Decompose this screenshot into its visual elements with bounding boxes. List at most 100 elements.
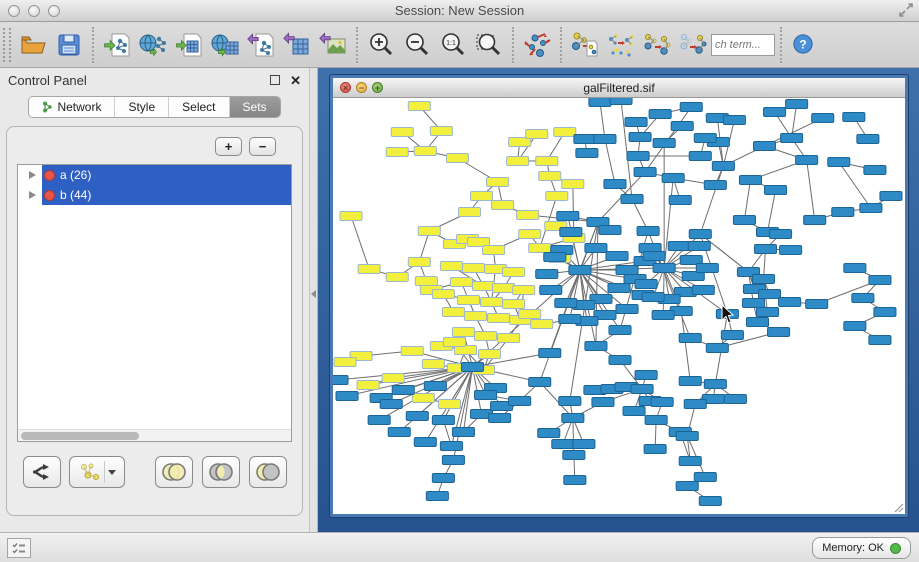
graph-node[interactable] <box>609 326 631 335</box>
graph-node[interactable] <box>415 277 437 286</box>
graph-node[interactable] <box>414 438 436 447</box>
create-set-from-network-button[interactable] <box>69 456 125 488</box>
graph-node[interactable] <box>616 305 638 314</box>
graph-node[interactable] <box>519 310 541 319</box>
import-table-url-button[interactable] <box>207 26 243 64</box>
graph-node[interactable] <box>489 414 511 423</box>
graph-node[interactable] <box>676 432 698 441</box>
graph-node[interactable] <box>461 363 483 372</box>
graph-node[interactable] <box>418 227 440 236</box>
tab-select[interactable]: Select <box>169 97 229 117</box>
graph-node[interactable] <box>781 134 803 143</box>
graph-node[interactable] <box>452 328 474 337</box>
help-button[interactable]: ? <box>791 33 815 57</box>
graph-node[interactable] <box>796 156 818 165</box>
clone-network-button[interactable] <box>603 26 639 64</box>
graph-node[interactable] <box>440 442 462 451</box>
graph-node[interactable] <box>669 196 691 205</box>
zoom-selected-button[interactable] <box>471 26 507 64</box>
graph-node[interactable] <box>662 174 684 183</box>
export-network-button[interactable] <box>243 26 279 64</box>
graph-node[interactable] <box>438 400 460 409</box>
new-network-from-selection-button[interactable] <box>567 26 603 64</box>
graph-node[interactable] <box>492 201 514 210</box>
graph-node[interactable] <box>452 428 474 437</box>
graph-node[interactable] <box>689 230 711 239</box>
graph-node[interactable] <box>742 299 764 308</box>
graph-node[interactable] <box>704 181 726 190</box>
graph-node[interactable] <box>401 347 423 356</box>
graph-node[interactable] <box>529 378 551 387</box>
network-canvas[interactable] <box>333 98 905 514</box>
apply-layout-button[interactable] <box>519 26 555 64</box>
set-row-b[interactable]: b (44) <box>18 185 291 205</box>
graph-node[interactable] <box>424 382 446 391</box>
graph-node[interactable] <box>812 114 834 123</box>
zoom-in-button[interactable] <box>363 26 399 64</box>
resize-grip-icon[interactable] <box>892 501 904 513</box>
graph-node[interactable] <box>671 122 693 131</box>
set-row-a[interactable]: a (26) <box>18 165 291 185</box>
graph-node[interactable] <box>804 216 826 225</box>
graph-node[interactable] <box>430 127 452 136</box>
graph-node[interactable] <box>470 192 492 201</box>
graph-node[interactable] <box>422 360 444 369</box>
graph-node[interactable] <box>559 315 581 324</box>
graph-node[interactable] <box>493 284 515 293</box>
close-panel-icon[interactable]: ✕ <box>290 74 301 87</box>
graph-node[interactable] <box>635 280 657 289</box>
graph-node[interactable] <box>474 332 496 341</box>
network-view-window[interactable]: × − + galFiltered.sif <box>330 75 908 517</box>
graph-node[interactable] <box>631 385 653 394</box>
import-table-file-button[interactable] <box>171 26 207 64</box>
graph-node[interactable] <box>637 227 659 236</box>
graph-node[interactable] <box>538 429 560 438</box>
graph-node[interactable] <box>645 416 667 425</box>
split-set-button[interactable] <box>23 456 61 488</box>
graph-node[interactable] <box>483 246 505 255</box>
search-input[interactable] <box>711 34 775 56</box>
graph-node[interactable] <box>623 407 645 416</box>
graph-node[interactable] <box>679 377 701 386</box>
graph-node[interactable] <box>724 395 746 404</box>
graph-node[interactable] <box>443 338 465 347</box>
graph-node[interactable] <box>519 230 541 239</box>
save-session-button[interactable] <box>51 26 87 64</box>
graph-node[interactable] <box>559 397 581 406</box>
open-session-button[interactable] <box>15 26 51 64</box>
graph-node[interactable] <box>450 278 472 287</box>
graph-node[interactable] <box>536 157 558 166</box>
graph-node[interactable] <box>616 266 638 275</box>
graph-node[interactable] <box>756 308 778 317</box>
graph-node[interactable] <box>880 192 902 201</box>
graph-node[interactable] <box>634 168 656 177</box>
graph-node[interactable] <box>806 300 828 309</box>
graph-node[interactable] <box>380 400 402 409</box>
graph-node[interactable] <box>592 398 614 407</box>
export-image-button[interactable] <box>315 26 351 64</box>
graph-node[interactable] <box>507 157 529 166</box>
graph-node[interactable] <box>692 286 714 295</box>
graph-node[interactable] <box>864 166 886 175</box>
graph-node[interactable] <box>676 482 698 491</box>
graph-node[interactable] <box>336 392 358 401</box>
graph-node[interactable] <box>474 391 496 400</box>
tab-network[interactable]: Network <box>29 97 115 117</box>
memory-status-button[interactable]: Memory: OK <box>812 537 911 559</box>
graph-node[interactable] <box>408 258 430 267</box>
panel-splitter[interactable] <box>310 68 318 532</box>
graph-node[interactable] <box>560 228 582 237</box>
graph-node[interactable] <box>594 135 616 144</box>
graph-node[interactable] <box>706 344 728 353</box>
graph-node[interactable] <box>526 130 548 139</box>
graph-node[interactable] <box>753 142 775 151</box>
expand-caret-icon[interactable] <box>29 191 36 199</box>
graph-node[interactable] <box>503 300 525 309</box>
graph-node[interactable] <box>576 149 598 158</box>
graph-node[interactable] <box>610 98 632 105</box>
graph-node[interactable] <box>386 273 408 282</box>
graph-node[interactable] <box>391 128 413 137</box>
graph-node[interactable] <box>699 497 721 506</box>
add-set-button[interactable]: + <box>215 137 242 156</box>
graph-node[interactable] <box>509 397 531 406</box>
